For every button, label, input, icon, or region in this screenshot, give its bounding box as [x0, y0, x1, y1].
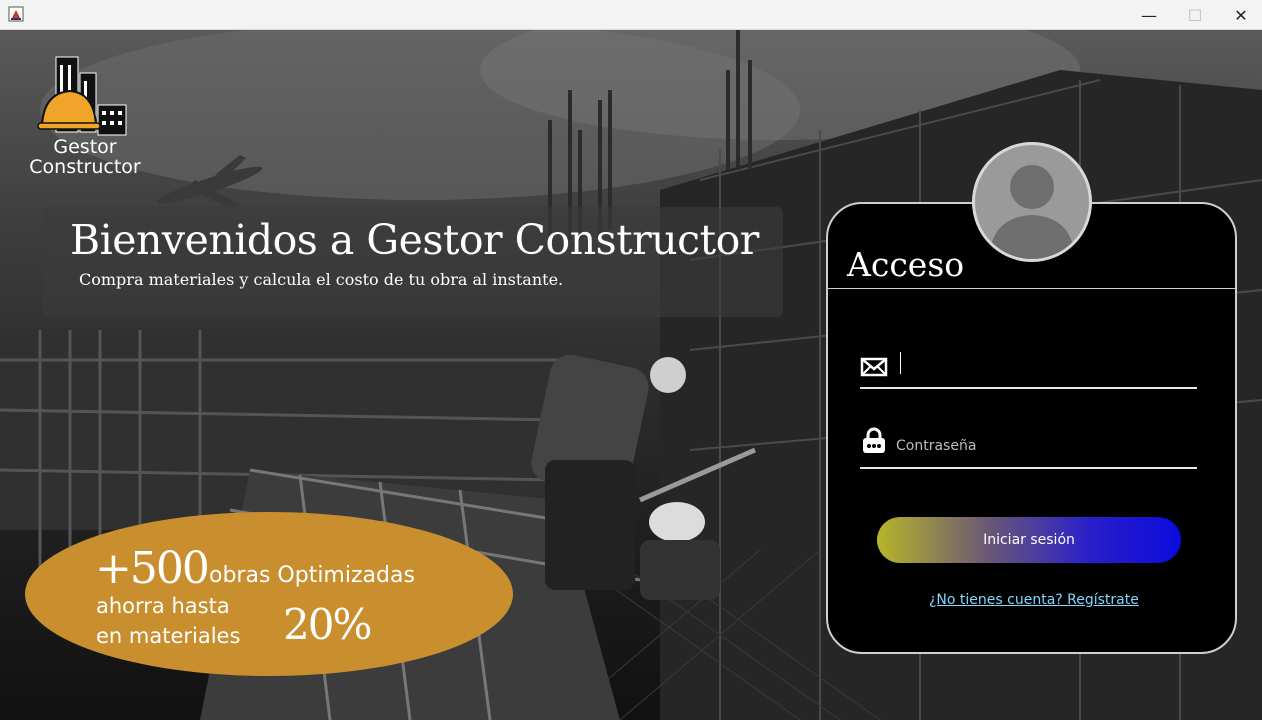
- password-field[interactable]: [896, 428, 1196, 464]
- logo-line1: Gestor: [53, 136, 117, 158]
- welcome-title: Bienvenidos a Gestor Constructor: [70, 216, 759, 264]
- promo-big-number: +500: [95, 543, 210, 594]
- logo-line2: Constructor: [29, 156, 141, 178]
- promo-line2: ahorra hasta: [96, 594, 230, 618]
- java-app-icon: [8, 6, 24, 22]
- password-underline: [860, 467, 1197, 469]
- text-cursor: [900, 352, 901, 374]
- welcome-subtitle: Compra materiales y calcula el costo de …: [79, 270, 564, 289]
- user-silhouette-icon: [989, 165, 1075, 259]
- register-link[interactable]: ¿No tienes cuenta? Regístrate: [929, 592, 1139, 608]
- login-button[interactable]: Iniciar sesión: [877, 517, 1181, 563]
- email-underline: [860, 387, 1197, 389]
- promo-line1: obras Optimizadas: [209, 563, 415, 588]
- envelope-icon: [860, 357, 888, 377]
- promo-line3: en materiales: [96, 624, 241, 648]
- maximize-button[interactable]: ☐: [1172, 0, 1218, 30]
- logo-wordmark: Gestor Constructor: [20, 137, 150, 177]
- login-title: Acceso: [847, 245, 965, 284]
- close-button[interactable]: ✕: [1218, 0, 1262, 30]
- login-divider: [828, 288, 1235, 289]
- user-avatar: [972, 142, 1092, 262]
- email-field[interactable]: [896, 348, 1196, 384]
- lock-icon: [863, 427, 885, 453]
- building-hardhat-icon: [37, 56, 127, 136]
- window-titlebar: — ☐ ✕: [0, 0, 1262, 30]
- minimize-button[interactable]: —: [1126, 0, 1172, 30]
- promo-percent: 20%: [283, 600, 372, 649]
